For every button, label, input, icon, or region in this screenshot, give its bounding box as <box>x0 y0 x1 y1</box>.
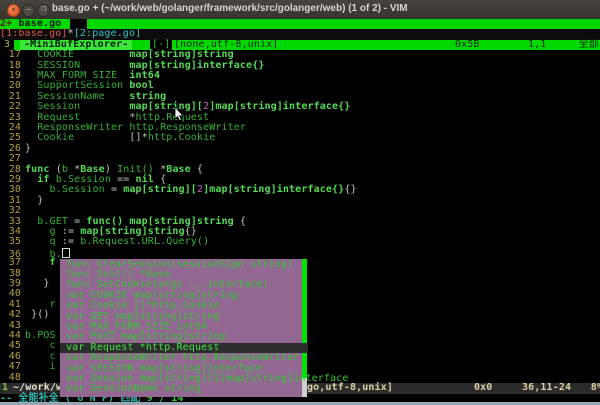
tab-window-count: 2+ <box>0 18 12 29</box>
line-number: 35 <box>0 237 21 247</box>
code-token: Base <box>80 164 105 175</box>
code-token: { <box>191 164 203 175</box>
popup-item[interactable]: var ResponseWriter http.ResponseWriter <box>60 353 308 363</box>
code-token: := <box>62 236 80 247</box>
code-token: f <box>25 257 56 268</box>
buffer-item-page-go[interactable]: [2:page.go] <box>74 28 142 39</box>
code-token: {} <box>185 226 197 237</box>
code-token: = <box>111 184 123 195</box>
code-token: } <box>25 195 43 206</box>
cursor-position: 36,11-24 <box>522 383 571 393</box>
code-token: Cookie <box>25 132 129 143</box>
window-title: base.go + (~/work/web/golanger/framework… <box>52 3 408 14</box>
mbe-scroll-indicator: 全部 <box>579 40 599 50</box>
code-token: []* <box>129 132 147 143</box>
code-token: Init() <box>117 164 160 175</box>
code-token: map[string]string <box>129 49 233 60</box>
code-line-36[interactable]: 36 b. <box>0 248 600 258</box>
text-cursor <box>62 248 70 258</box>
code-token: c <box>25 340 56 351</box>
code-token: b.GET <box>25 216 74 227</box>
code-token: http.Request <box>136 112 210 123</box>
code-token: func() map[string]string <box>86 216 240 227</box>
mbe-hex-value: 0x5B <box>455 40 480 50</box>
code-token: }() <box>25 309 50 320</box>
code-token: bool <box>129 80 154 91</box>
minimize-icon[interactable]: − <box>22 4 35 17</box>
code-token: b.Request.URL.Query() <box>80 236 209 247</box>
code-token: } <box>25 278 50 289</box>
code-token: ResponseWriter <box>25 122 129 133</box>
code-line-31[interactable]: 31 } <box>0 196 600 206</box>
code-token: i <box>25 361 56 372</box>
close-icon[interactable]: × <box>7 4 20 17</box>
vim-window: × − ❐ base.go + (~/work/web/golanger/fra… <box>0 0 600 405</box>
code-token: Request <box>25 112 129 123</box>
code-line-35[interactable]: 35 q := b.Request.URL.Query() <box>0 237 600 247</box>
code-line-26[interactable]: 26} <box>0 144 600 154</box>
code-token: map[string]interface{} <box>129 60 264 71</box>
code-token: map[string][ <box>123 184 197 195</box>
code-token: map[string]string <box>80 226 184 237</box>
code-token: int64 <box>129 70 160 81</box>
title-bar: × − ❐ base.go + (~/work/web/golanger/fra… <box>0 0 600 20</box>
code-token: SupportSession <box>25 80 129 91</box>
code-token: r <box>25 299 56 310</box>
code-token: map[string][ <box>129 101 203 112</box>
popup-item[interactable]: var SessionName string <box>60 384 308 394</box>
code-token: ]map[string]interface{} <box>203 184 344 195</box>
code-token: b.POS <box>25 330 56 341</box>
maximize-icon[interactable]: ❐ <box>37 4 50 17</box>
code-token: g <box>25 226 62 237</box>
code-token: Base <box>166 164 191 175</box>
hex-value: 0x0 <box>474 383 492 393</box>
code-token: http.ResponseWriter <box>129 122 246 133</box>
scroll-percentage: 8% <box>591 383 600 393</box>
file-info-right: go,utf-8,unix] <box>307 383 393 393</box>
code-token: b <box>62 164 74 175</box>
completion-popup[interactable]: func ClearSession(sessionSign string)fun… <box>60 259 307 397</box>
code-token: ]map[string]interface{} <box>209 101 350 112</box>
code-token: } <box>25 143 31 154</box>
mouse-cursor <box>174 107 185 123</box>
mbe-cursor-position: 1,1 <box>528 40 546 50</box>
code-token: := <box>62 226 80 237</box>
tab-label[interactable]: base.go <box>12 18 67 29</box>
code-token: SESSION <box>25 60 129 71</box>
code-line-30[interactable]: 30 b.Session = map[string][2]map[string]… <box>0 185 600 195</box>
code-token: b.Session <box>25 184 111 195</box>
code-token: Session <box>25 101 129 112</box>
popup-item[interactable]: var Cookie []*http.Cookie <box>60 301 308 311</box>
code-token: ) <box>105 164 117 175</box>
code-token: = <box>74 216 86 227</box>
code-line-25[interactable]: 25 Cookie []*http.Cookie <box>0 133 600 143</box>
code-token: { <box>240 216 246 227</box>
code-token: c <box>25 351 56 362</box>
code-token: MAX_FORM_SIZE <box>25 70 129 81</box>
code-token: COOKIE <box>25 49 129 60</box>
code-token: http.Cookie <box>148 132 216 143</box>
code-token: q <box>25 236 62 247</box>
code-token: func <box>25 164 56 175</box>
buffer-item-base-go[interactable]: [1:base.go] <box>0 28 68 39</box>
code-token: {} <box>344 184 356 195</box>
